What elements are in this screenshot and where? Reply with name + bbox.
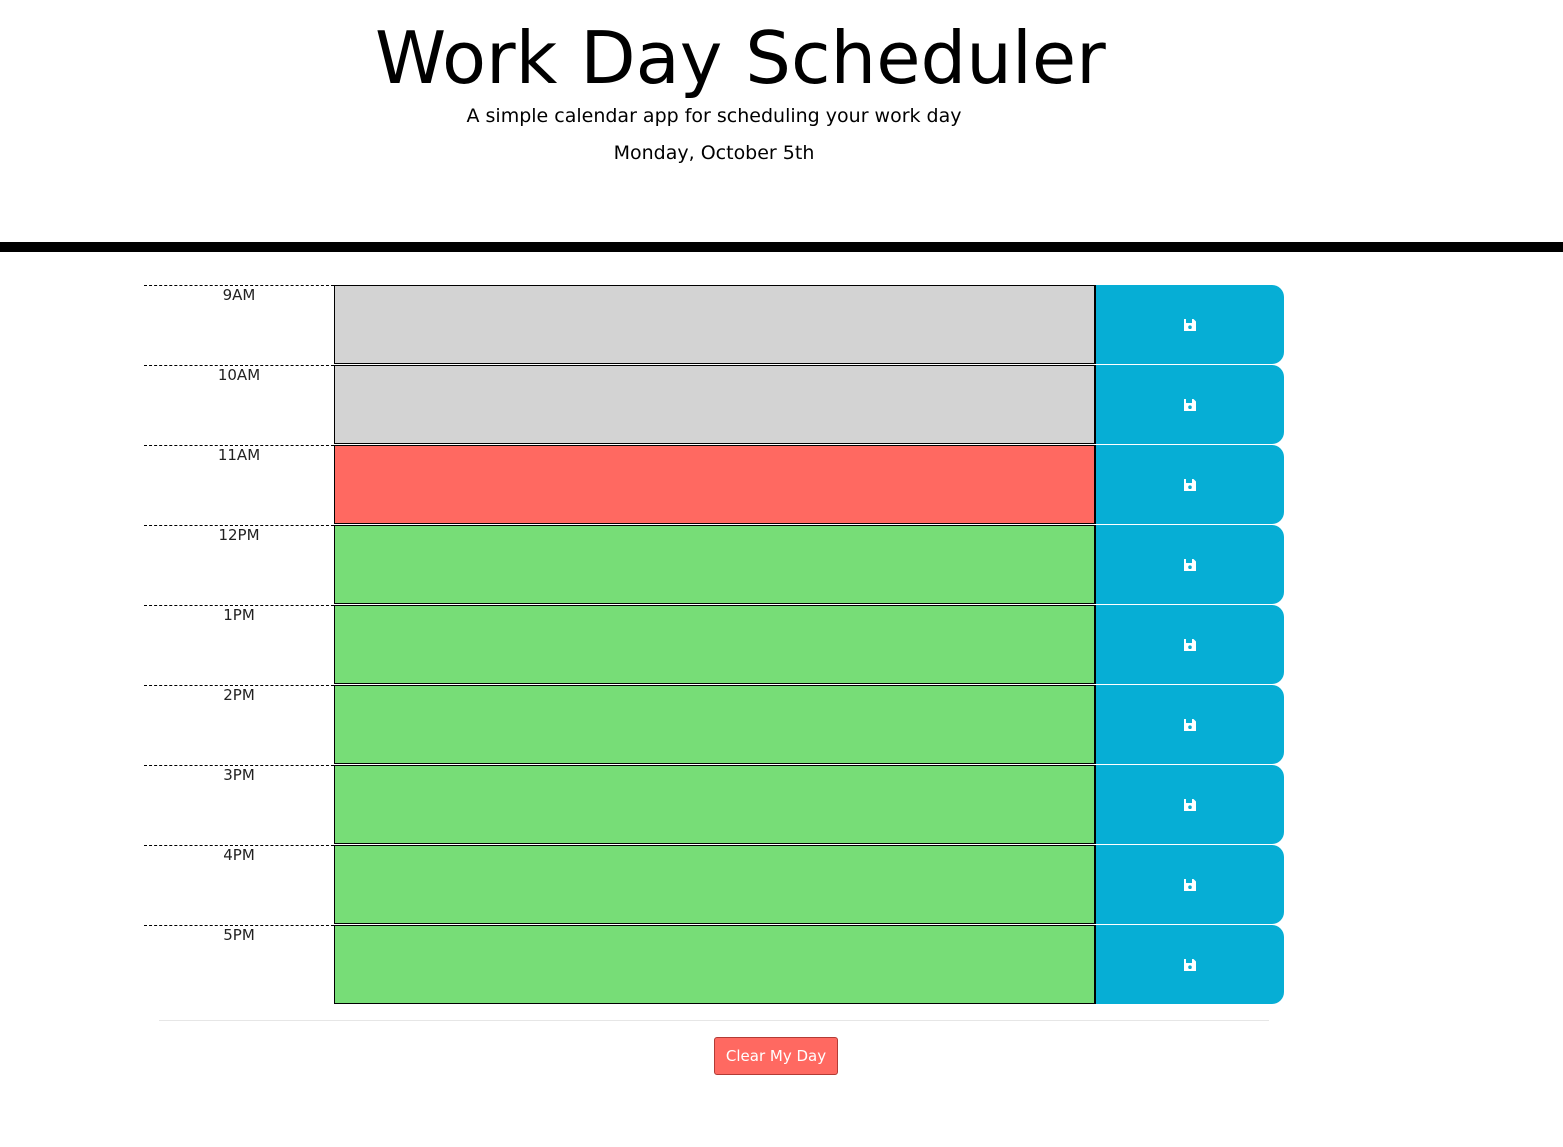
save-button[interactable] [1094, 605, 1284, 684]
event-description-input[interactable] [334, 845, 1095, 924]
save-button[interactable] [1094, 285, 1284, 364]
header: Work Day Scheduler A simple calendar app… [0, 0, 1563, 252]
hour-text: 11AM [217, 446, 261, 464]
floppy-disk-icon [1183, 638, 1197, 652]
hour-label: 4PM [144, 845, 334, 924]
floppy-disk-icon [1183, 958, 1197, 972]
floppy-disk-icon [1183, 398, 1197, 412]
floppy-disk-icon [1183, 478, 1197, 492]
floppy-disk-icon [1183, 878, 1197, 892]
hour-label: 3PM [144, 765, 334, 844]
time-block: 12PM [144, 525, 1284, 605]
time-block: 9AM [144, 285, 1284, 365]
save-button[interactable] [1094, 445, 1284, 524]
footer-divider [159, 1020, 1269, 1021]
hour-text: 2PM [223, 686, 255, 704]
time-block: 2PM [144, 685, 1284, 765]
event-description-input[interactable] [334, 765, 1095, 844]
floppy-disk-icon [1183, 318, 1197, 332]
time-block: 10AM [144, 365, 1284, 445]
current-day: Monday, October 5th [613, 142, 815, 164]
event-description-input[interactable] [334, 685, 1095, 764]
hour-label: 1PM [144, 605, 334, 684]
time-block: 4PM [144, 845, 1284, 925]
event-description-input[interactable] [334, 525, 1095, 604]
time-block: 5PM [144, 925, 1284, 1005]
hour-text: 9AM [222, 286, 256, 304]
hour-label: 12PM [144, 525, 334, 604]
time-block: 11AM [144, 445, 1284, 525]
save-button[interactable] [1094, 845, 1284, 924]
event-description-input[interactable] [334, 925, 1095, 1004]
hour-label: 9AM [144, 285, 334, 364]
hour-text: 12PM [218, 526, 260, 544]
hour-label: 10AM [144, 365, 334, 444]
hour-text: 1PM [223, 606, 255, 624]
clear-my-day-button[interactable]: Clear My Day [714, 1037, 838, 1075]
floppy-disk-icon [1183, 718, 1197, 732]
hour-text: 3PM [223, 766, 255, 784]
event-description-input[interactable] [334, 285, 1095, 364]
save-button[interactable] [1094, 365, 1284, 444]
time-block: 1PM [144, 605, 1284, 685]
hour-label: 2PM [144, 685, 334, 764]
header-divider [0, 242, 1563, 252]
event-description-input[interactable] [334, 445, 1095, 524]
hour-text: 4PM [223, 846, 255, 864]
page-subtitle: A simple calendar app for scheduling you… [466, 105, 962, 127]
scheduler: 9AM 10AM 11AM 12PM 1PM 2PM 3PM 4PM 5PM [144, 285, 1284, 1005]
hour-label: 5PM [144, 925, 334, 1004]
event-description-input[interactable] [334, 605, 1095, 684]
hour-text: 5PM [223, 926, 255, 944]
time-block: 3PM [144, 765, 1284, 845]
save-button[interactable] [1094, 525, 1284, 604]
page-title: Work Day Scheduler [375, 16, 1106, 100]
hour-text: 10AM [217, 366, 261, 384]
hour-label: 11AM [144, 445, 334, 524]
save-button[interactable] [1094, 685, 1284, 764]
event-description-input[interactable] [334, 365, 1095, 444]
save-button[interactable] [1094, 925, 1284, 1004]
floppy-disk-icon [1183, 558, 1197, 572]
floppy-disk-icon [1183, 798, 1197, 812]
save-button[interactable] [1094, 765, 1284, 844]
